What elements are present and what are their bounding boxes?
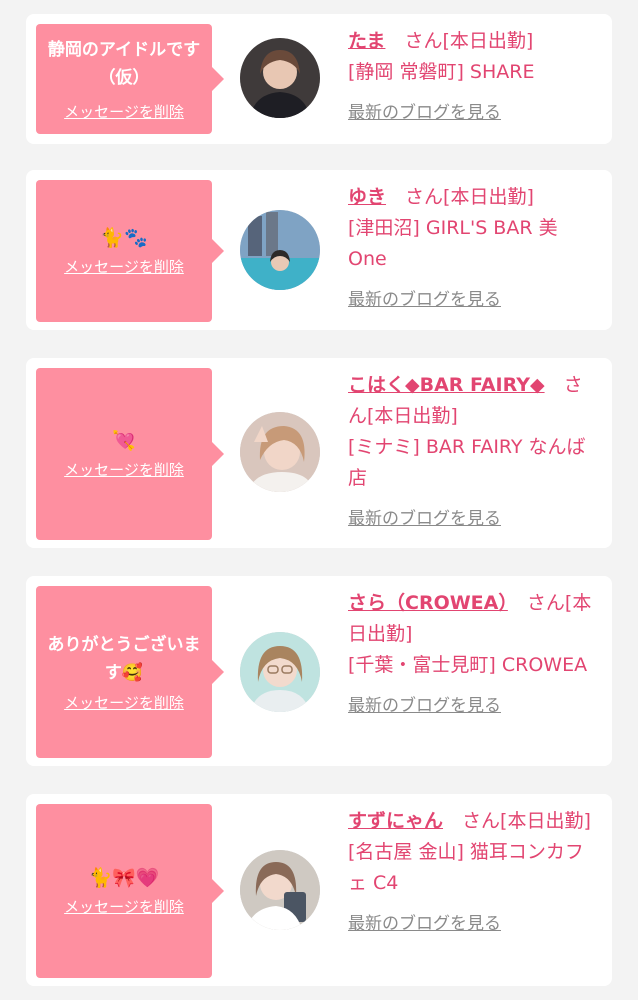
shop-info: [静岡 常磐町] SHARE [348,61,535,83]
message-card: 🐈🎀💗 メッセージを削除 すずにゃん さん[本日出勤] [名古屋 金山] 猫耳コ… [26,794,612,986]
avatar-image [240,412,320,492]
delete-message-link[interactable]: メッセージを削除 [64,460,184,480]
name-line: さら（CROWEA） さん[本日出勤] [348,588,596,650]
shop-info: [津田沼] GIRL'S BAR 美One [348,217,558,270]
message-card: 💘 メッセージを削除 こはく◆BAR FAIRY◆ さん[本日出勤] [ミナミ]… [26,358,612,548]
honorific: さん [404,30,443,52]
delete-message-link[interactable]: メッセージを削除 [64,102,184,122]
delete-message-link[interactable]: メッセージを削除 [64,897,184,917]
honorific: さん [405,186,444,208]
name-line: こはく◆BAR FAIRY◆ さん[本日出勤] [348,370,596,432]
name-line: ゆき さん[本日出勤] [348,182,596,213]
message-bubble: 🐈🎀💗 メッセージを削除 [36,804,224,978]
girl-info: ゆき さん[本日出勤] [津田沼] GIRL'S BAR 美One 最新のブログ… [348,182,596,316]
girl-name-link[interactable]: ゆき [348,186,386,208]
avatar[interactable] [240,850,320,930]
girl-info: すずにゃん さん[本日出勤] [名古屋 金山] 猫耳コンカフェ C4 最新のブロ… [348,806,596,940]
work-status: [本日出勤] [442,30,534,52]
avatar-image [240,210,320,290]
girl-name-link[interactable]: さら（CROWEA） [348,592,508,614]
message-bubble: ありがとうございます🥰 メッセージを削除 [36,586,224,758]
latest-blog-link[interactable]: 最新のブログを見る [348,504,501,535]
message-bubble: 静岡のアイドルです（仮） メッセージを削除 [36,24,224,134]
honorific: さん [462,810,501,832]
girl-name-link[interactable]: たま [348,30,385,52]
girl-name-link[interactable]: こはく◆BAR FAIRY◆ [348,374,545,396]
latest-blog-link[interactable]: 最新のブログを見る [348,98,501,129]
girl-info: さら（CROWEA） さん[本日出勤] [千葉・富士見町] CROWEA 最新の… [348,588,596,722]
shop-info: [千葉・富士見町] CROWEA [348,654,588,676]
work-status: [本日出勤] [443,186,534,208]
message-list: 静岡のアイドルです（仮） メッセージを削除 たま さん[本日出勤] [静岡 常磐… [0,0,638,1000]
avatar-image [240,632,320,712]
message-card: 🐈🐾 メッセージを削除 ゆき さん[本日出勤] [津田沼] GIRL'S BAR… [26,170,612,330]
message-text: 静岡のアイドルです（仮） [47,40,201,88]
message-text: 🐈🐾 [100,227,148,249]
avatar[interactable] [240,210,320,290]
girl-info: こはく◆BAR FAIRY◆ さん[本日出勤] [ミナミ] BAR FAIRY … [348,370,596,535]
avatar-image [240,38,320,118]
message-bubble: 🐈🐾 メッセージを削除 [36,180,224,322]
message-text: ありがとうございます🥰 [47,635,201,683]
avatar[interactable] [240,38,320,118]
avatar[interactable] [240,632,320,712]
delete-message-link[interactable]: メッセージを削除 [64,693,184,713]
avatar-image [240,850,320,930]
latest-blog-link[interactable]: 最新のブログを見る [348,691,501,722]
avatar[interactable] [240,412,320,492]
delete-message-link[interactable]: メッセージを削除 [64,257,184,277]
girl-name-link[interactable]: すずにゃん [348,810,443,832]
work-status: [本日出勤] [367,405,458,427]
shop-info: [名古屋 金山] 猫耳コンカフェ C4 [348,841,584,894]
shop-info: [ミナミ] BAR FAIRY なんば店 [348,436,586,489]
message-text: 🐈🎀💗 [88,867,160,889]
honorific: さん [526,592,565,614]
girl-info: たま さん[本日出勤] [静岡 常磐町] SHARE 最新のブログを見る [348,26,596,129]
work-status: [本日出勤] [500,810,591,832]
name-line: たま さん[本日出勤] [348,26,596,57]
message-card: 静岡のアイドルです（仮） メッセージを削除 たま さん[本日出勤] [静岡 常磐… [26,14,612,144]
latest-blog-link[interactable]: 最新のブログを見る [348,909,501,940]
message-card: ありがとうございます🥰 メッセージを削除 さら（CROWEA） さん[本日出勤]… [26,576,612,766]
latest-blog-link[interactable]: 最新のブログを見る [348,285,501,316]
message-bubble: 💘 メッセージを削除 [36,368,224,540]
name-line: すずにゃん さん[本日出勤] [348,806,596,837]
message-text: 💘 [112,430,136,452]
